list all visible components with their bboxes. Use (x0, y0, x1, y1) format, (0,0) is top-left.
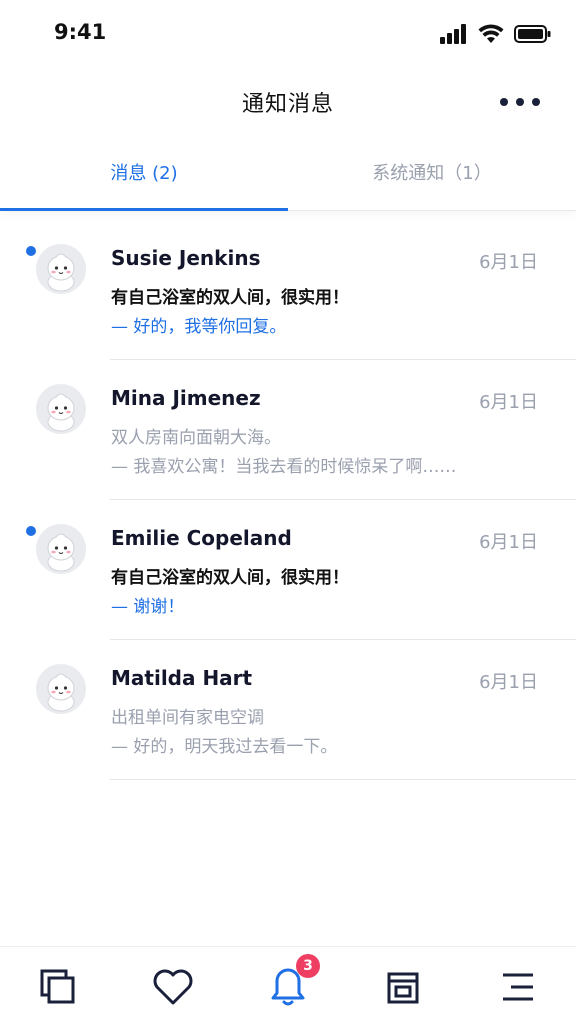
signal-icon (440, 24, 468, 44)
message-reply: — 我喜欢公寓！当我去看的时候惊呆了啊…… (111, 457, 457, 477)
menu-icon (500, 970, 536, 1004)
more-dot-icon (500, 98, 508, 106)
status-time: 9:41 (54, 20, 107, 44)
message-reply: — 好的，我等你回复。 (111, 317, 287, 337)
avatar (36, 244, 86, 294)
active-tab-indicator (0, 208, 288, 211)
more-options-button[interactable] (500, 96, 540, 108)
message-subject: 双人房南向面朝大海。 (111, 428, 281, 448)
sender-name: Mina Jimenez (111, 386, 261, 410)
message-reply: — 好的，明天我过去看一下。 (111, 737, 338, 757)
notification-badge: 3 (296, 954, 320, 978)
message-item[interactable]: Mina Jimenez 6月1日 双人房南向面朝大海。 — 我喜欢公寓！当我去… (0, 360, 576, 500)
message-reply: — 谢谢！ (111, 597, 185, 617)
tab-bar: 消息 (2) 系统通知（1） (0, 148, 576, 211)
bottom-nav (0, 946, 576, 1024)
status-bar: 9:41 (0, 0, 576, 70)
sender-name: Matilda Hart (111, 666, 253, 690)
avatar (36, 664, 86, 714)
divider (110, 779, 576, 780)
wifi-icon (478, 24, 504, 44)
tab-messages[interactable]: 消息 (2) (0, 148, 288, 206)
nav-cards-button[interactable] (378, 965, 428, 1009)
avatar (36, 524, 86, 574)
message-date: 6月1日 (479, 532, 538, 553)
message-date: 6月1日 (479, 672, 538, 693)
card-icon (385, 968, 421, 1006)
message-subject: 有自己浴室的双人间，很实用！ (111, 568, 349, 588)
message-date: 6月1日 (479, 252, 538, 273)
nav-copy-button[interactable] (33, 965, 83, 1009)
message-item[interactable]: Emilie Copeland 6月1日 有自己浴室的双人间，很实用！ — 谢谢… (0, 500, 576, 640)
status-icons (440, 24, 552, 44)
page-title: 通知消息 (241, 92, 334, 117)
avatar (36, 384, 86, 434)
more-dot-icon (532, 98, 540, 106)
unread-dot (26, 526, 36, 536)
sender-name: Susie Jenkins (111, 246, 261, 270)
message-subject: 出租单间有家电空调 (111, 708, 264, 728)
message-list: Susie Jenkins 6月1日 有自己浴室的双人间，很实用！ — 好的，我… (0, 220, 576, 780)
header: 通知消息 (0, 70, 576, 134)
nav-menu-button[interactable] (493, 965, 543, 1009)
notification-screen: 9:41 通知消息 消息 (2) 系统通知（1） Susie Jenkins 6… (0, 0, 576, 1024)
unread-dot (26, 246, 36, 256)
heart-icon (152, 968, 194, 1006)
message-item[interactable]: Matilda Hart 6月1日 出租单间有家电空调 — 好的，明天我过去看一… (0, 640, 576, 780)
copy-icon (38, 967, 78, 1007)
message-item[interactable]: Susie Jenkins 6月1日 有自己浴室的双人间，很实用！ — 好的，我… (0, 220, 576, 360)
message-date: 6月1日 (479, 392, 538, 413)
tab-system-notifications[interactable]: 系统通知（1） (288, 148, 576, 206)
battery-icon (514, 24, 552, 44)
message-subject: 有自己浴室的双人间，很实用！ (111, 288, 349, 308)
sender-name: Emilie Copeland (111, 526, 292, 550)
nav-favorites-button[interactable] (148, 965, 198, 1009)
more-dot-icon (516, 98, 524, 106)
